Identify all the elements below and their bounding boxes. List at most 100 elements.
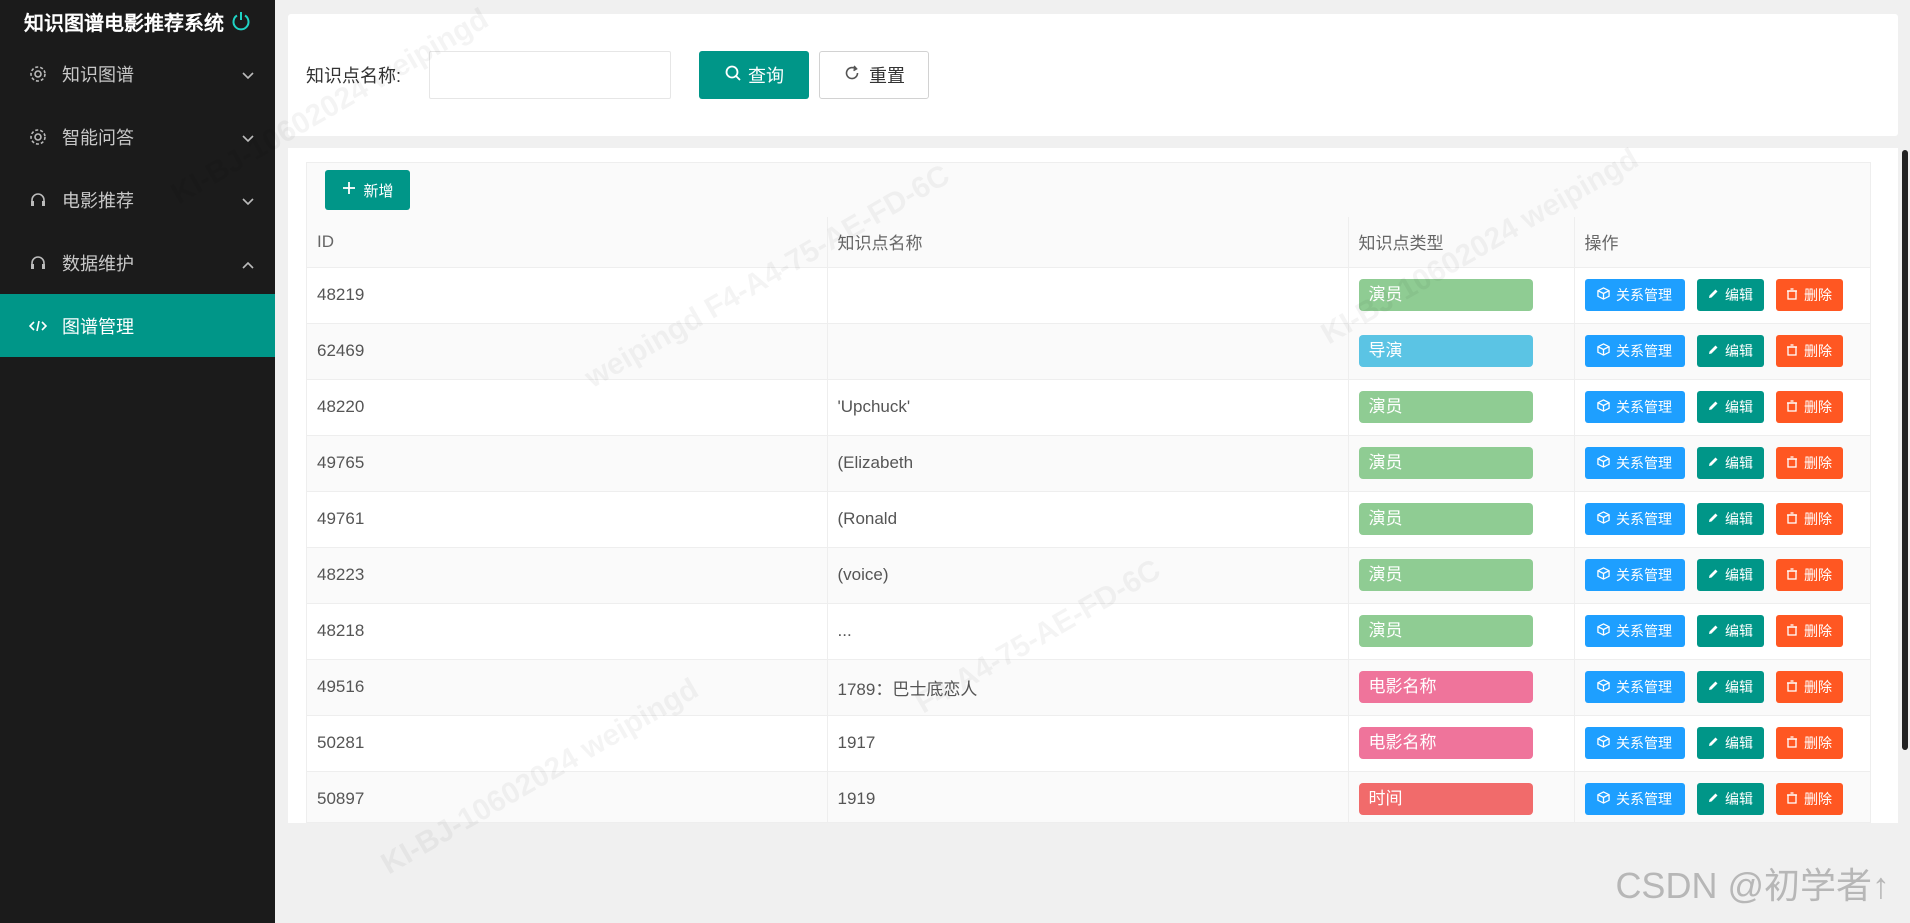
sidebar-item-label: 知识图谱: [62, 64, 134, 85]
edit-button[interactable]: 编辑: [1696, 727, 1764, 759]
knowledge-name-input[interactable]: [429, 51, 672, 99]
delete-label: 删除: [1804, 399, 1832, 415]
relation-manage-button[interactable]: 关系管理: [1584, 391, 1685, 423]
row-actions: 关系管理 编辑 删除: [1584, 615, 1871, 647]
cube-icon: [1597, 623, 1610, 639]
relation-manage-button[interactable]: 关系管理: [1584, 727, 1685, 759]
cube-icon: [1597, 791, 1610, 807]
sidebar-item-qa[interactable]: 智能问答: [0, 105, 275, 168]
table-body: 48219 演员 关系管理 编辑 删除 62469 导演 关系管理 编辑 删除 48220 'Upch…: [307, 267, 1871, 822]
relation-manage-button[interactable]: 关系管理: [1584, 615, 1685, 647]
chevron-up-icon: [241, 256, 255, 270]
relation-manage-button[interactable]: 关系管理: [1584, 783, 1685, 815]
table-row: 62469 导演 关系管理 编辑 删除: [307, 323, 1870, 380]
cube-icon: [1597, 511, 1610, 527]
sidebar-item-label: 电影推荐: [62, 190, 134, 211]
sidebar-item-knowledge-graph[interactable]: 知识图谱: [0, 42, 275, 105]
table-row: 49765 (Elizabeth 演员 关系管理 编辑 删除: [307, 435, 1870, 492]
delete-button[interactable]: 删除: [1775, 335, 1843, 367]
relation-manage-button[interactable]: 关系管理: [1584, 447, 1685, 479]
add-button[interactable]: 新增: [325, 170, 410, 210]
edit-button[interactable]: 编辑: [1696, 503, 1764, 535]
delete-button[interactable]: 删除: [1775, 615, 1843, 647]
relation-manage-button[interactable]: 关系管理: [1584, 559, 1685, 591]
delete-button[interactable]: 删除: [1775, 279, 1843, 311]
delete-button[interactable]: 删除: [1775, 671, 1843, 703]
query-button[interactable]: 查询: [699, 51, 810, 99]
relation-manage-button[interactable]: 关系管理: [1584, 503, 1685, 535]
chevron-down-icon: [241, 67, 255, 81]
column-header-name[interactable]: 知识点名称: [827, 217, 1349, 268]
trash-icon: [1786, 567, 1798, 583]
sidebar-item-recommend[interactable]: 电影推荐: [0, 168, 275, 231]
edit-button[interactable]: 编辑: [1696, 279, 1764, 311]
relation-manage-label: 关系管理: [1616, 567, 1672, 583]
pencil-icon: [1707, 399, 1719, 415]
delete-button[interactable]: 删除: [1775, 727, 1843, 759]
headset-icon: [28, 253, 48, 273]
scrollbar[interactable]: [1902, 148, 1908, 823]
row-actions: 关系管理 编辑 删除: [1584, 559, 1871, 591]
delete-button[interactable]: 删除: [1775, 503, 1843, 535]
edit-button[interactable]: 编辑: [1696, 559, 1764, 591]
relation-manage-label: 关系管理: [1616, 679, 1672, 695]
relation-manage-button[interactable]: 关系管理: [1584, 335, 1685, 367]
delete-label: 删除: [1804, 287, 1832, 303]
edit-button[interactable]: 编辑: [1696, 671, 1764, 703]
pencil-icon: [1707, 791, 1719, 807]
edit-button[interactable]: 编辑: [1696, 447, 1764, 479]
sidebar-item-graph-management[interactable]: 图谱管理: [0, 294, 275, 357]
cell-id: 49765: [307, 435, 828, 492]
cube-icon: [1597, 399, 1610, 415]
column-header-type[interactable]: 知识点类型: [1348, 217, 1575, 268]
edit-button[interactable]: 编辑: [1696, 783, 1764, 815]
chevron-down-icon: [241, 193, 255, 207]
edit-button[interactable]: 编辑: [1696, 335, 1764, 367]
delete-button[interactable]: 删除: [1775, 783, 1843, 815]
cube-icon: [1597, 679, 1610, 695]
trash-icon: [1786, 735, 1798, 751]
delete-button[interactable]: 删除: [1775, 447, 1843, 479]
pencil-icon: [1707, 679, 1719, 695]
cell-ops: 关系管理 编辑 删除: [1574, 659, 1870, 716]
cell-ops: 关系管理 编辑 删除: [1574, 379, 1870, 436]
chevron-down-icon: [241, 130, 255, 144]
trash-icon: [1786, 623, 1798, 639]
sidebar-item-data-maintenance[interactable]: 数据维护: [0, 231, 275, 294]
table-row: 50281 1917 电影名称 关系管理 编辑 删除: [307, 715, 1870, 772]
cell-type: 时间: [1348, 771, 1575, 822]
trash-icon: [1786, 679, 1798, 695]
edit-label: 编辑: [1725, 511, 1753, 527]
delete-label: 删除: [1804, 567, 1832, 583]
scrollbar-thumb[interactable]: [1902, 150, 1908, 750]
delete-label: 删除: [1804, 623, 1832, 639]
table-row: 48223 (voice) 演员 关系管理 编辑 删除: [307, 547, 1871, 604]
type-tag: 导演: [1358, 335, 1533, 367]
sidebar-item-label: 智能问答: [62, 127, 134, 148]
relation-manage-button[interactable]: 关系管理: [1584, 671, 1685, 703]
relation-manage-label: 关系管理: [1616, 343, 1672, 359]
edit-label: 编辑: [1725, 567, 1753, 583]
cube-icon: [1597, 567, 1610, 583]
cell-type: 电影名称: [1348, 715, 1575, 772]
relation-manage-button[interactable]: 关系管理: [1584, 279, 1685, 311]
search-icon: [724, 64, 742, 87]
delete-button[interactable]: 删除: [1775, 559, 1843, 591]
delete-button[interactable]: 删除: [1775, 391, 1843, 423]
cube-icon: [1597, 343, 1610, 359]
relation-manage-label: 关系管理: [1616, 287, 1672, 303]
column-header-id[interactable]: ID: [307, 217, 828, 268]
reset-button[interactable]: 重置: [819, 51, 930, 99]
pencil-icon: [1707, 567, 1719, 583]
edit-button[interactable]: 编辑: [1696, 391, 1764, 423]
data-table-container: 新增 ID 知识点名称 知识点类型 操作 48219 演员 关系管理 编辑 删除 6246…: [306, 162, 1871, 823]
app-window: 知识图谱电影推荐系统 知识图谱 智能问答 电影推荐 数据维护 图谱管理 知识点名…: [0, 0, 1910, 923]
pencil-icon: [1707, 455, 1719, 471]
code-icon: [28, 316, 48, 336]
type-tag: 时间: [1358, 783, 1533, 815]
edit-button[interactable]: 编辑: [1696, 615, 1764, 647]
cell-type: 演员: [1348, 547, 1575, 604]
power-icon[interactable]: [230, 10, 252, 32]
cell-name: [827, 267, 1349, 324]
cell-type: 演员: [1348, 435, 1575, 492]
